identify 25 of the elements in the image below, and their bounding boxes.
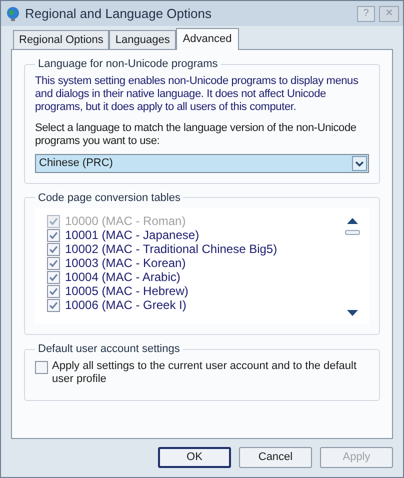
dialog-button[interactable]: Cancel	[239, 447, 312, 468]
checkbox[interactable]	[47, 270, 60, 284]
window-title: Regional and Language Options	[25, 4, 212, 23]
scroll-up-icon[interactable]	[346, 218, 358, 224]
prompt-text: Select a language to match the language version of the non-Unicode programs you want to use:	[35, 122, 358, 148]
group-title: Language for non-Unicode programs	[37, 57, 219, 72]
globe-icon	[5, 6, 21, 22]
checkbox[interactable]	[35, 360, 48, 374]
checkbox[interactable]	[47, 256, 60, 270]
checkbox-label[interactable]: Apply all settings to the current user account and to the default user profile	[52, 360, 369, 386]
dialog-button[interactable]: OK	[158, 447, 231, 468]
tab[interactable]: Languages	[109, 30, 176, 49]
checkbox[interactable]	[47, 298, 60, 312]
language-dropdown[interactable]: Chinese (PRC)	[35, 154, 369, 172]
scroll-down-icon[interactable]	[346, 310, 358, 316]
group-title: Default user account settings	[37, 342, 181, 357]
group-title: Code page conversion tables	[37, 190, 182, 206]
tab[interactable]: Advanced	[176, 28, 239, 50]
chevron-down-icon	[352, 156, 367, 170]
checkbox[interactable]	[47, 228, 60, 242]
description-text: This system setting enables non-Unicode programs to display menus and dialogs in their native language. It does not affect Unicode programs, but it does apply to all users of this computer.	[35, 74, 360, 114]
scroll-thumb[interactable]	[344, 230, 360, 235]
checkbox[interactable]	[47, 284, 60, 298]
checkbox[interactable]	[47, 242, 60, 256]
tab[interactable]: Regional Options	[13, 30, 110, 49]
